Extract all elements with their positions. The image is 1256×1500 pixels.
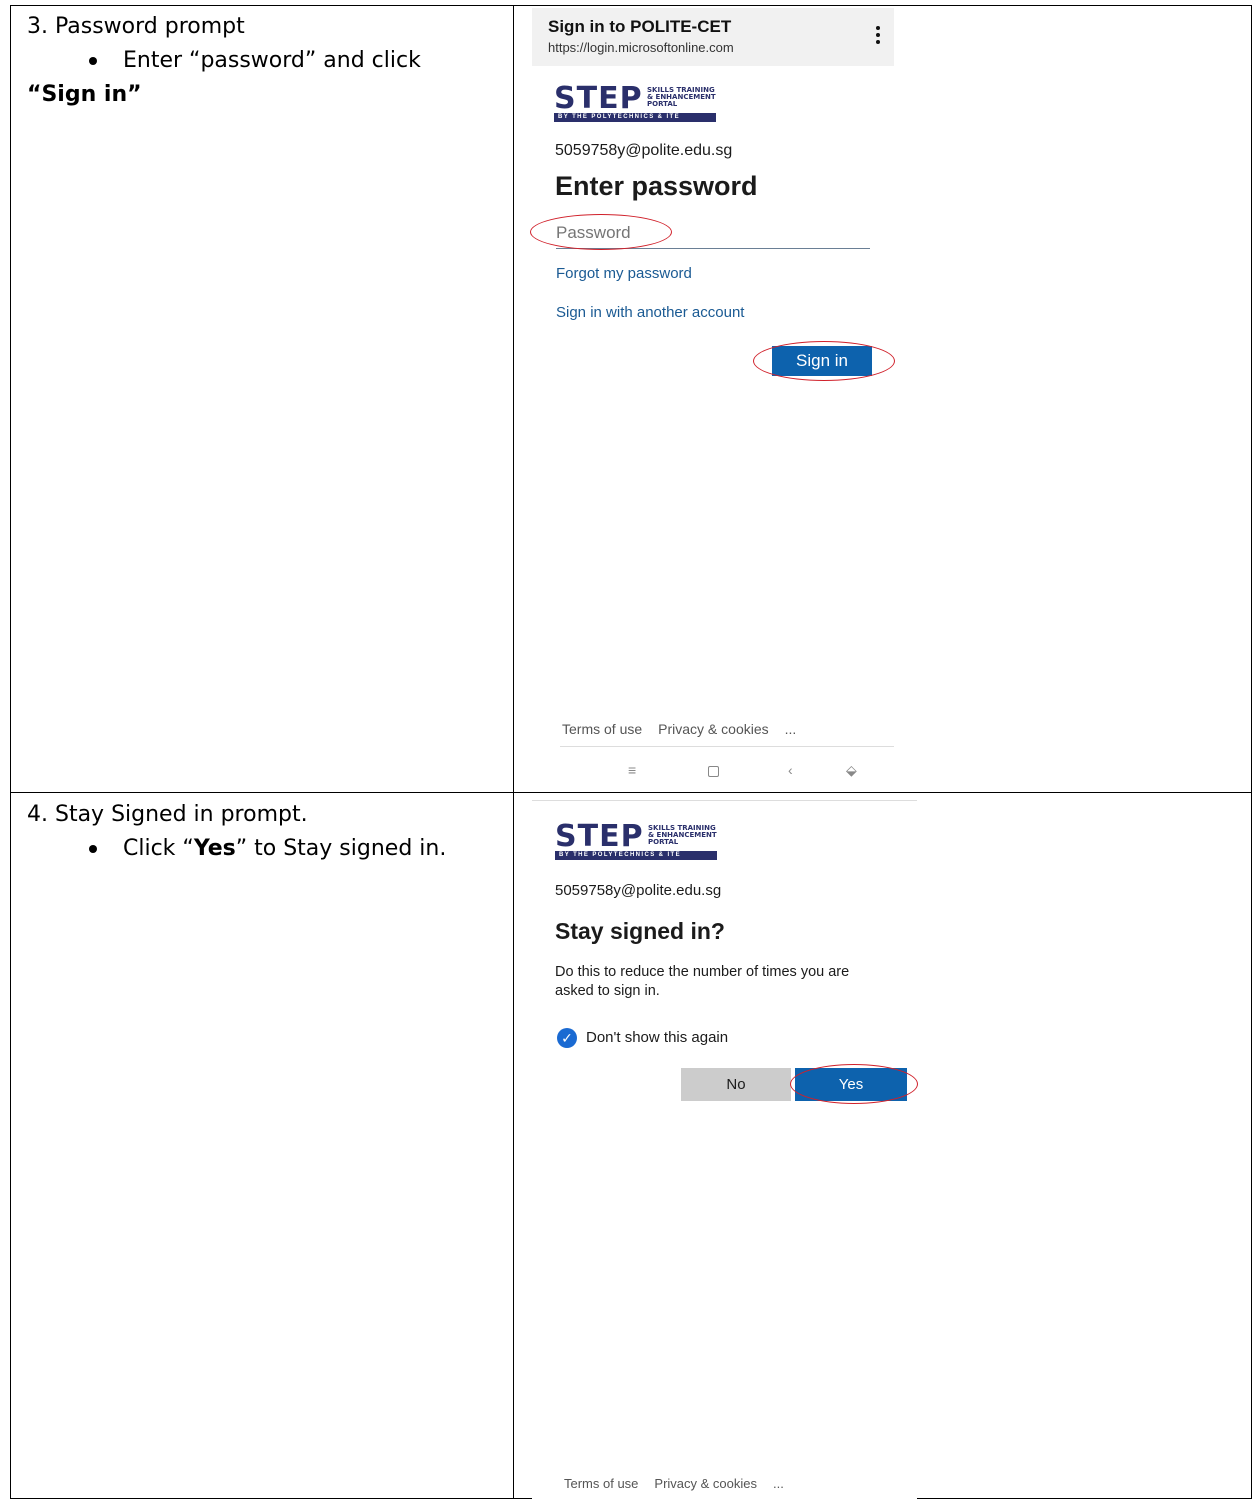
logo-tagline: SKILLS TRAINING & ENHANCEMENT PORTAL — [648, 825, 717, 846]
logo-bar: BY THE POLYTECHNICS & ITE — [555, 851, 717, 860]
step-3-bullet-bold: “Sign in” — [27, 82, 142, 107]
step-4-bullet-post: ” to Stay signed in. — [235, 836, 447, 861]
step-logo: STEP SKILLS TRAINING & ENHANCEMENT PORTA… — [555, 819, 725, 864]
menu-icon[interactable]: ≡ — [628, 762, 636, 778]
no-button[interactable]: No — [681, 1068, 791, 1101]
dont-show-checkbox[interactable]: ✓ — [557, 1028, 577, 1048]
password-input[interactable] — [556, 218, 870, 249]
more-link[interactable]: ... — [785, 721, 797, 737]
step-3-bullet-text: Enter “password” and click — [123, 48, 421, 73]
privacy-link[interactable]: Privacy & cookies — [654, 1476, 757, 1491]
step-3-instructions: 3. Password prompt Enter “password” and … — [27, 10, 483, 112]
terms-link[interactable]: Terms of use — [564, 1476, 638, 1491]
page-heading: Enter password — [555, 171, 758, 201]
step-3-bullet: Enter “password” and click “Sign in” — [27, 44, 483, 112]
footer-divider — [560, 746, 894, 747]
terms-link[interactable]: Terms of use — [562, 721, 642, 737]
account-email: 5059758y@polite.edu.sg — [555, 882, 722, 899]
sign-in-button[interactable]: Sign in — [772, 346, 872, 376]
bullet-dot — [89, 57, 97, 65]
bullet-dot — [89, 845, 97, 853]
logo-word: STEP — [555, 819, 644, 854]
home-icon[interactable] — [708, 766, 719, 777]
back-icon[interactable]: ‹ — [788, 762, 793, 778]
password-screen: Sign in to POLITE-CET https://login.micr… — [530, 8, 895, 786]
top-divider — [532, 800, 917, 801]
step-4-bullet: Click “Yes” to Stay signed in. — [27, 832, 523, 866]
account-email: 5059758y@polite.edu.sg — [555, 142, 733, 159]
step-4-bullet-bold: Yes — [193, 836, 236, 861]
android-nav-bar: ≡ ‹ ⬙ — [532, 758, 894, 786]
logo-word: STEP — [554, 81, 643, 116]
dont-show-label: Don't show this again — [586, 1029, 729, 1046]
column-divider — [513, 6, 514, 1498]
more-link[interactable]: ... — [773, 1476, 784, 1491]
logo-line: PORTAL — [648, 838, 679, 846]
forgot-password-link[interactable]: Forgot my password — [556, 265, 692, 282]
stay-description: Do this to reduce the number of times yo… — [555, 964, 850, 999]
browser-title: Sign in to POLITE-CET — [548, 17, 732, 36]
footer-links: Terms of use Privacy & cookies... — [562, 721, 812, 737]
row-divider — [11, 792, 1251, 793]
stay-signed-in-screen: STEP SKILLS TRAINING & ENHANCEMENT PORTA… — [532, 800, 918, 1499]
browser-url: https://login.microsoftonline.com — [548, 40, 734, 55]
yes-button[interactable]: Yes — [795, 1068, 907, 1101]
step-4-title: 4. Stay Signed in prompt. — [27, 802, 308, 827]
step-4-bullet-pre: Click “ — [123, 836, 194, 861]
logo-tagline: SKILLS TRAINING & ENHANCEMENT PORTAL — [647, 87, 716, 108]
step-3-title: 3. Password prompt — [27, 14, 245, 39]
browser-header: Sign in to POLITE-CET https://login.micr… — [532, 8, 894, 66]
page-heading: Stay signed in? — [555, 918, 725, 944]
step-4-instructions: 4. Stay Signed in prompt. Click “Yes” to… — [27, 798, 523, 866]
logo-line: PORTAL — [647, 100, 678, 108]
privacy-link[interactable]: Privacy & cookies — [658, 721, 768, 737]
another-account-link[interactable]: Sign in with another account — [556, 304, 744, 321]
step-logo: STEP SKILLS TRAINING & ENHANCEMENT PORTA… — [554, 81, 724, 126]
download-icon[interactable]: ⬙ — [846, 762, 857, 779]
footer-links: Terms of use Privacy & cookies... — [564, 1476, 800, 1491]
more-options-icon[interactable] — [876, 26, 880, 47]
logo-bar: BY THE POLYTECHNICS & ITE — [554, 113, 716, 122]
